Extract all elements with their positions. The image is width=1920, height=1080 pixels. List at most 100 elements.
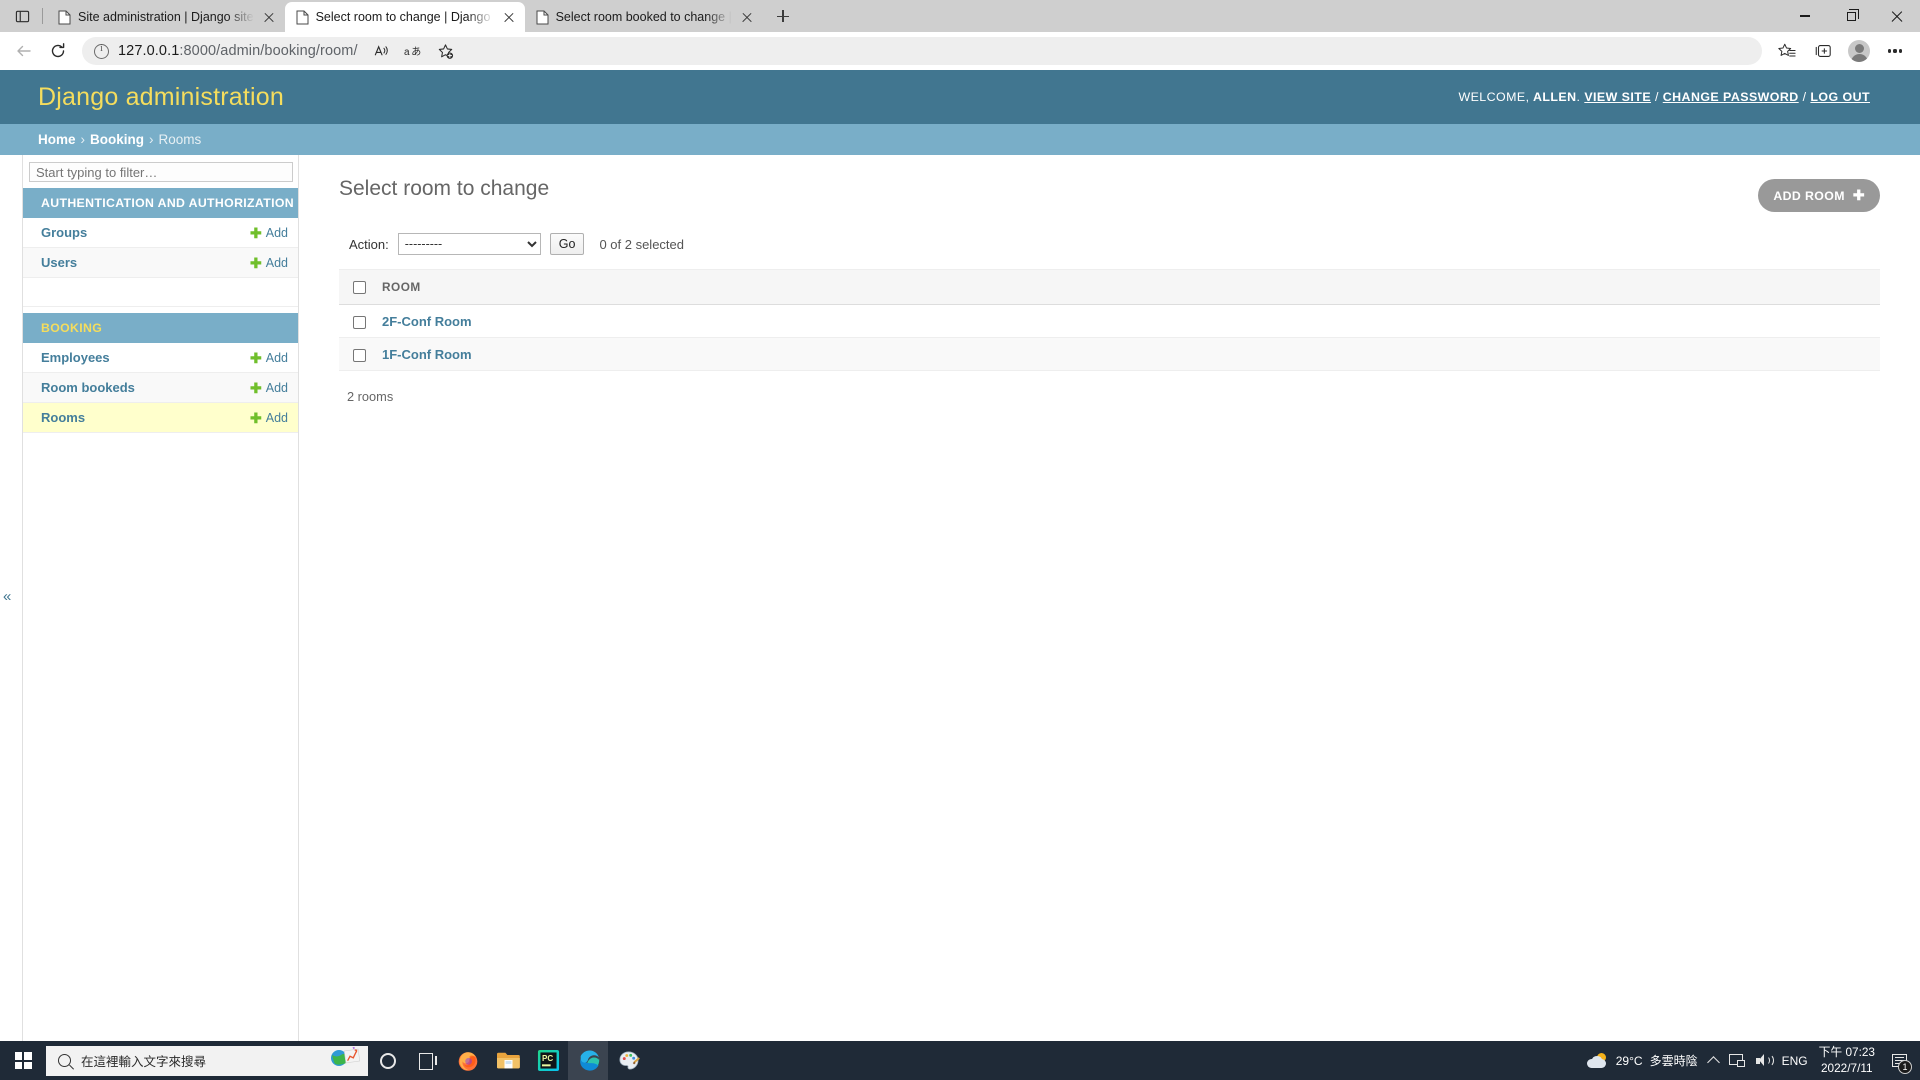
weather-widget[interactable]: 29°C 多雲時陰 bbox=[1586, 1052, 1698, 1069]
volume-icon[interactable] bbox=[1755, 1054, 1774, 1067]
action-select[interactable]: --------- bbox=[397, 233, 541, 255]
nav-rail: « bbox=[0, 155, 23, 1041]
row-checkbox[interactable] bbox=[353, 348, 366, 362]
svg-text:あ: あ bbox=[411, 46, 421, 58]
table-head: ROOM bbox=[339, 268, 1880, 306]
refresh-icon[interactable] bbox=[42, 35, 74, 67]
sidebar-link-employees[interactable]: Employees bbox=[41, 350, 110, 365]
username: ALLEN bbox=[1532, 90, 1577, 104]
sidebar-link-rooms[interactable]: Rooms bbox=[41, 410, 85, 425]
breadcrumb-booking[interactable]: Booking bbox=[90, 132, 144, 147]
file-explorer-icon[interactable] bbox=[488, 1041, 528, 1080]
app-spacer bbox=[23, 278, 298, 307]
task-view-icon[interactable] bbox=[408, 1041, 448, 1080]
sidebar-item-rooms[interactable]: Rooms ✚ Add bbox=[23, 403, 298, 433]
svg-text:PC: PC bbox=[541, 1054, 552, 1063]
address-bar[interactable]: 127.0.0.1:8000/admin/booking/room/ aあ bbox=[82, 37, 1762, 65]
system-tray: 29°C 多雲時陰 ENG 下午 07:23 2022/7/11 1 bbox=[1586, 1041, 1920, 1080]
main-content: ADD ROOM ✚ Select room to change Action:… bbox=[299, 155, 1920, 1041]
add-employees-link[interactable]: ✚ Add bbox=[250, 351, 288, 365]
breadcrumb-home[interactable]: Home bbox=[38, 132, 76, 147]
minimize-icon[interactable] bbox=[1782, 0, 1828, 32]
sidebar-link-groups[interactable]: Groups bbox=[41, 225, 87, 240]
row-select-cell[interactable] bbox=[339, 337, 374, 372]
add-users-link[interactable]: ✚ Add bbox=[250, 256, 288, 270]
sidebar-collapse-icon[interactable]: « bbox=[3, 589, 11, 604]
new-tab-icon[interactable] bbox=[769, 2, 797, 30]
language-indicator[interactable]: ENG bbox=[1782, 1054, 1808, 1068]
notification-badge: 1 bbox=[1898, 1060, 1912, 1074]
translate-icon[interactable]: aあ bbox=[399, 37, 429, 65]
sidebar-item-employees[interactable]: Employees ✚ Add bbox=[23, 343, 298, 373]
sidebar-item-room-bookeds[interactable]: Room bookeds ✚ Add bbox=[23, 373, 298, 403]
breadcrumb-chevron: › bbox=[149, 132, 154, 147]
add-favorite-icon[interactable] bbox=[431, 37, 461, 65]
action-label: Action: bbox=[349, 236, 389, 252]
more-settings-icon[interactable] bbox=[1878, 35, 1912, 67]
add-rooms-link[interactable]: ✚ Add bbox=[250, 411, 288, 425]
app-header-auth[interactable]: AUTHENTICATION AND AUTHORIZATION bbox=[23, 188, 298, 218]
cell-room: 1F-Conf Room bbox=[374, 337, 1880, 372]
table-row[interactable]: 2F-Conf Room bbox=[339, 304, 1880, 339]
pycharm-icon[interactable]: PC bbox=[528, 1041, 568, 1080]
table-row[interactable]: 1F-Conf Room bbox=[339, 337, 1880, 372]
sidebar-link-room-bookeds[interactable]: Room bookeds bbox=[41, 380, 135, 395]
column-header-room[interactable]: ROOM bbox=[374, 268, 1880, 306]
paint-icon[interactable] bbox=[608, 1041, 648, 1080]
tab-actions-icon[interactable] bbox=[4, 2, 40, 30]
go-button[interactable]: Go bbox=[549, 233, 585, 255]
network-icon[interactable] bbox=[1728, 1054, 1745, 1067]
back-arrow-icon[interactable] bbox=[8, 35, 40, 67]
sidebar-item-users[interactable]: Users ✚ Add bbox=[23, 248, 298, 278]
plus-icon: ✚ bbox=[1852, 187, 1865, 203]
row-checkbox[interactable] bbox=[353, 315, 366, 329]
restore-icon[interactable] bbox=[1828, 0, 1874, 32]
favorites-icon[interactable] bbox=[1770, 35, 1804, 67]
admin-body: « AUTHENTICATION AND AUTHORIZATION Group… bbox=[0, 155, 1920, 1041]
room-link[interactable]: 2F-Conf Room bbox=[382, 314, 472, 329]
page-title: Select room to change bbox=[339, 177, 550, 200]
add-groups-link[interactable]: ✚ Add bbox=[250, 226, 288, 240]
row-select-cell[interactable] bbox=[339, 304, 374, 339]
cortana-icon[interactable] bbox=[368, 1041, 408, 1080]
sidebar-link-users[interactable]: Users bbox=[41, 255, 77, 270]
search-placeholder: 在這裡輸入文字來搜尋 bbox=[81, 1055, 207, 1069]
omnibox-actions: aあ bbox=[367, 37, 461, 65]
page-icon bbox=[536, 10, 549, 25]
browser-tab-1[interactable]: Select room to change | Django s bbox=[284, 2, 525, 32]
log-out-link[interactable]: LOG OUT bbox=[1810, 90, 1870, 104]
show-hidden-icons-icon[interactable] bbox=[1706, 1055, 1720, 1069]
site-title[interactable]: Django administration bbox=[38, 83, 284, 112]
welcome-text: WELCOME, bbox=[1458, 90, 1530, 104]
browser-tab-0[interactable]: Site administration | Django site bbox=[47, 2, 285, 32]
notification-center-icon[interactable]: 1 bbox=[1886, 1041, 1912, 1080]
change-password-link[interactable]: CHANGE PASSWORD bbox=[1663, 90, 1799, 104]
tab-close-icon[interactable] bbox=[261, 9, 277, 25]
info-icon[interactable] bbox=[94, 43, 109, 59]
browser-tab-2[interactable]: Select room booked to change | bbox=[525, 2, 763, 32]
tab-close-icon[interactable] bbox=[739, 9, 755, 25]
tab-close-icon[interactable] bbox=[501, 9, 517, 25]
app-header-booking[interactable]: BOOKING bbox=[23, 313, 298, 343]
results-table: ROOM 2F-Conf Room 1F-Conf Room bbox=[339, 268, 1880, 372]
sidebar-item-groups[interactable]: Groups ✚ Add bbox=[23, 218, 298, 248]
microsoft-edge-icon[interactable] bbox=[568, 1041, 608, 1080]
collections-icon[interactable] bbox=[1806, 35, 1840, 67]
plus-icon: ✚ bbox=[250, 224, 262, 241]
firefox-icon[interactable] bbox=[448, 1041, 488, 1080]
select-all-header[interactable] bbox=[339, 268, 374, 306]
clock[interactable]: 下午 07:23 2022/7/11 bbox=[1819, 1045, 1875, 1076]
start-button-icon[interactable] bbox=[0, 1041, 46, 1080]
add-room-bookeds-link[interactable]: ✚ Add bbox=[250, 381, 288, 395]
select-all-checkbox[interactable] bbox=[353, 281, 366, 295]
taskbar-search-input[interactable]: 在這裡輸入文字來搜尋 bbox=[46, 1045, 368, 1076]
close-icon[interactable] bbox=[1874, 0, 1920, 32]
view-site-link[interactable]: VIEW SITE bbox=[1584, 90, 1651, 104]
profile-avatar-icon[interactable] bbox=[1842, 35, 1876, 67]
svg-text:a: a bbox=[404, 47, 410, 58]
breadcrumb-current: Rooms bbox=[158, 132, 202, 147]
add-room-button[interactable]: ADD ROOM ✚ bbox=[1758, 179, 1880, 212]
sidebar-filter-input[interactable] bbox=[29, 162, 293, 182]
read-aloud-icon[interactable] bbox=[367, 37, 397, 65]
room-link[interactable]: 1F-Conf Room bbox=[382, 347, 472, 362]
